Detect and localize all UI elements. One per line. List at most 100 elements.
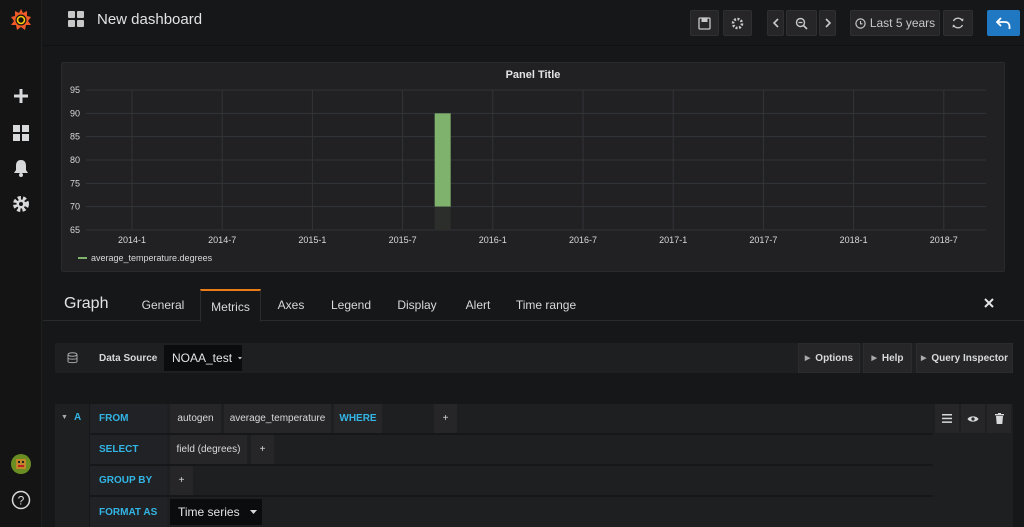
grafana-logo-icon[interactable]: [0, 4, 42, 36]
select-keyword: SELECT: [90, 435, 167, 464]
delete-query-button[interactable]: [987, 404, 1011, 433]
tab-time-range[interactable]: Time range: [509, 289, 583, 321]
query-inspector-label: Query Inspector: [931, 352, 1009, 364]
measurement-segment[interactable]: average_temperature: [224, 404, 331, 433]
query-actions-column: [933, 404, 1013, 527]
x-tick-label: 2018-1: [840, 235, 868, 245]
help-button[interactable]: ▶ Help: [863, 343, 912, 373]
x-tick-label: 2016-7: [569, 235, 597, 245]
dashboards-icon[interactable]: [0, 117, 42, 149]
save-button[interactable]: [690, 10, 719, 36]
y-tick-label: 85: [70, 132, 80, 142]
query-menu-button[interactable]: [935, 404, 959, 433]
tab-metrics[interactable]: Metrics: [200, 289, 261, 322]
caret-right-icon: ▶: [871, 355, 877, 362]
y-tick-label: 95: [70, 85, 80, 95]
format-as-keyword: FORMAT AS: [90, 497, 167, 527]
tab-general[interactable]: General: [132, 289, 194, 321]
navbar: New dashboard Last 5 years: [43, 0, 1024, 46]
gear-icon[interactable]: [0, 188, 42, 220]
tab-legend[interactable]: Legend: [324, 289, 378, 321]
x-tick-label: 2015-7: [389, 235, 417, 245]
caret-down-icon: [249, 509, 257, 514]
select-add-button[interactable]: +: [251, 435, 274, 464]
gear-icon: [731, 17, 744, 29]
tab-display[interactable]: Display: [385, 289, 449, 321]
from-keyword: FROM: [90, 404, 167, 433]
options-label: Options: [815, 352, 854, 364]
y-tick-label: 90: [70, 108, 80, 118]
query-ref-toggle[interactable]: ▼ A: [61, 412, 81, 423]
datasource-row: Data Source NOAA_test ▶ Options ▶ Help ▶…: [55, 343, 1013, 373]
legend-swatch: [78, 257, 87, 259]
tab-axes[interactable]: Axes: [265, 289, 317, 321]
zoom-out-button[interactable]: [786, 10, 817, 36]
format-as-select[interactable]: Time series: [170, 499, 262, 525]
time-forward-button[interactable]: [819, 10, 836, 36]
retention-policy-segment[interactable]: autogen: [170, 404, 221, 433]
clock-icon: [855, 17, 866, 29]
side-menu: ?: [0, 0, 42, 527]
x-tick-label: 2016-1: [479, 235, 507, 245]
chevron-left-icon: [772, 18, 779, 28]
chevron-right-icon: [824, 18, 831, 28]
save-icon: [698, 16, 711, 30]
query-ref-id: A: [73, 412, 82, 423]
where-add-button[interactable]: +: [434, 404, 457, 433]
query-format-row: FORMAT AS Time series: [90, 497, 933, 527]
svg-text:?: ?: [18, 494, 25, 508]
panel-editor-tabs: Graph General Metrics Axes Legend Displa…: [43, 287, 1024, 322]
database-icon: [55, 343, 90, 373]
plus-icon[interactable]: [0, 80, 42, 112]
dashboard-grid-icon: [68, 11, 84, 27]
refresh-icon: [952, 17, 964, 29]
caret-down-icon: [238, 356, 242, 359]
caret-right-icon: ▶: [920, 355, 927, 362]
legend-label: average_temperature.degrees: [91, 253, 213, 263]
y-tick-label: 75: [70, 178, 80, 188]
format-as-value: Time series: [178, 505, 240, 519]
refresh-button[interactable]: [943, 10, 973, 36]
editor-title: Graph: [64, 295, 109, 312]
query-group-by-row: GROUP BY +: [90, 466, 933, 495]
dashboard-title: New dashboard: [97, 10, 203, 28]
group-by-keyword: GROUP BY: [90, 466, 167, 495]
bell-icon[interactable]: [0, 152, 42, 184]
field-segment[interactable]: field (degrees): [170, 435, 247, 464]
user-avatar-icon[interactable]: [0, 448, 42, 480]
query-inspector-button[interactable]: ▶ Query Inspector: [916, 343, 1013, 373]
close-editor-button[interactable]: [981, 295, 997, 311]
time-picker-button[interactable]: Last 5 years: [850, 10, 940, 36]
help-label: Help: [881, 352, 904, 364]
query-select-row: SELECT field (degrees) +: [90, 435, 933, 464]
x-tick-label: 2015-1: [298, 235, 326, 245]
main-area: New dashboard Last 5 years Panel Title 6…: [43, 0, 1024, 527]
help-icon[interactable]: ?: [0, 484, 42, 516]
datasource-value: NOAA_test: [172, 351, 233, 365]
trash-icon: [994, 413, 1004, 424]
where-keyword: WHERE: [334, 404, 382, 433]
zoom-out-icon: [795, 17, 808, 30]
settings-button[interactable]: [723, 10, 752, 36]
x-tick-label: 2018-7: [930, 235, 958, 245]
bar: [434, 113, 451, 207]
caret-right-icon: ▶: [804, 355, 811, 362]
query-from-row: FROM autogen average_temperature WHERE +: [90, 404, 933, 433]
dashboard-title-button[interactable]: New dashboard: [67, 10, 202, 28]
options-button[interactable]: ▶ Options: [798, 343, 860, 373]
datasource-label: Data Source: [99, 352, 158, 364]
query-ref-column: ▼ A: [55, 404, 89, 527]
datasource-select[interactable]: NOAA_test: [164, 345, 242, 371]
close-icon: [984, 298, 994, 308]
caret-down-icon: ▼: [61, 414, 68, 421]
x-tick-label: 2017-7: [749, 235, 777, 245]
tab-alert[interactable]: Alert: [453, 289, 503, 321]
group-by-add-button[interactable]: +: [170, 466, 193, 495]
time-back-button[interactable]: [767, 10, 784, 36]
y-tick-label: 80: [70, 155, 80, 165]
time-range-label: Last 5 years: [869, 16, 936, 30]
graph-chart: 65 70 75 80 85 90 95 2014-1 2014-7 2015-1 2015-7 20…: [70, 85, 986, 263]
back-to-dashboard-button[interactable]: [987, 10, 1020, 36]
bar-base: [434, 206, 451, 230]
toggle-query-visibility-button[interactable]: [961, 404, 985, 433]
